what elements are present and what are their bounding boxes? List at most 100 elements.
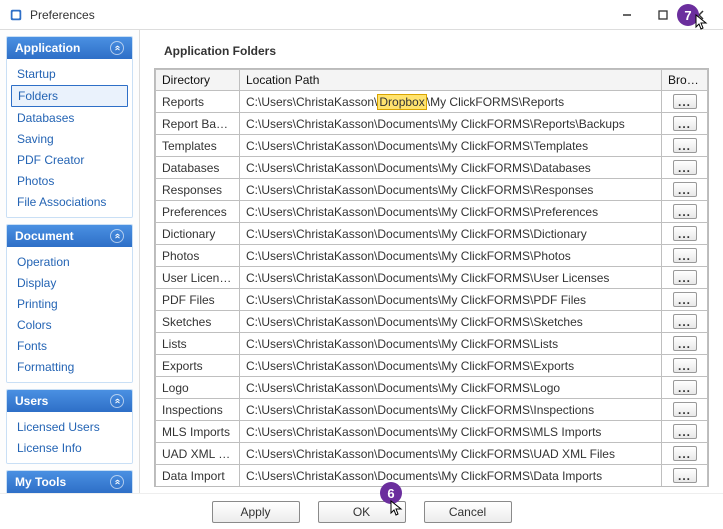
table-row: DatabasesC:\Users\ChristaKasson\Document… [156,157,708,179]
chevron-up-icon: « [110,394,124,408]
apply-button[interactable]: Apply [212,501,300,523]
cell-browse: ... [662,245,708,267]
cell-directory: Databases [156,157,240,179]
table-row: SketchesC:\Users\ChristaKasson\Documents… [156,311,708,333]
sidebar-item[interactable]: Display [11,273,128,293]
section-body: Licensed UsersLicense Info [7,412,132,463]
section-header[interactable]: Users« [7,390,132,412]
sidebar-item[interactable]: Saving [11,129,128,149]
cancel-button[interactable]: Cancel [424,501,512,523]
col-location-path[interactable]: Location Path [240,70,662,91]
table-row: PreferencesC:\Users\ChristaKasson\Docume… [156,201,708,223]
cell-path[interactable]: C:\Users\ChristaKasson\Documents\My Clic… [240,377,662,399]
sidebar-item[interactable]: Colors [11,315,128,335]
sidebar-item[interactable]: Fonts [11,336,128,356]
pane-title: Application Folders [154,40,709,68]
table-row: ResponsesC:\Users\ChristaKasson\Document… [156,179,708,201]
cell-path[interactable]: C:\Users\ChristaKasson\Documents\My Clic… [240,399,662,421]
table-row: InspectionsC:\Users\ChristaKasson\Docume… [156,399,708,421]
cell-path[interactable]: C:\Users\ChristaKasson\Dropbox\My ClickF… [240,91,662,113]
cell-path[interactable]: C:\Users\ChristaKasson\Documents\My Clic… [240,333,662,355]
table-row: PhotosC:\Users\ChristaKasson\Documents\M… [156,245,708,267]
col-directory[interactable]: Directory [156,70,240,91]
cell-directory: Exports [156,355,240,377]
cell-browse: ... [662,91,708,113]
table-row: PDF FilesC:\Users\ChristaKasson\Document… [156,289,708,311]
table-row: DictionaryC:\Users\ChristaKasson\Documen… [156,223,708,245]
titlebar: Preferences 7 [0,0,723,30]
cell-path[interactable]: C:\Users\ChristaKasson\Documents\My Clic… [240,201,662,223]
sidebar-item[interactable]: File Associations [11,192,128,212]
chevron-up-icon: « [110,229,124,243]
highlighted-path-segment: Dropbox [377,94,426,110]
dialog-footer: 6 Apply OK Cancel [0,493,723,529]
cell-browse: ... [662,157,708,179]
sidebar-item[interactable]: Licensed Users [11,417,128,437]
sidebar-item[interactable]: Startup [11,64,128,84]
browse-button[interactable]: ... [673,270,697,285]
cell-browse: ... [662,355,708,377]
cell-directory: Report Backups [156,113,240,135]
browse-button[interactable]: ... [673,116,697,131]
browse-button[interactable]: ... [673,182,697,197]
cell-directory: Templates [156,135,240,157]
cell-path[interactable]: C:\Users\ChristaKasson\Documents\My Clic… [240,311,662,333]
browse-button[interactable]: ... [673,336,697,351]
table-row: Data ImportC:\Users\ChristaKasson\Docume… [156,465,708,487]
browse-button[interactable]: ... [673,204,697,219]
sidebar-item[interactable]: License Info [11,438,128,458]
sidebar-section: Users«Licensed UsersLicense Info [6,389,133,464]
section-header[interactable]: Document« [7,225,132,247]
cell-directory: MLS Imports [156,421,240,443]
browse-button[interactable]: ... [673,424,697,439]
browse-button[interactable]: ... [673,292,697,307]
browse-button[interactable]: ... [673,94,697,109]
browse-button[interactable]: ... [673,226,697,241]
section-header[interactable]: My Tools« [7,471,132,493]
sidebar-item[interactable]: Printing [11,294,128,314]
cell-path[interactable]: C:\Users\ChristaKasson\Documents\My Clic… [240,135,662,157]
cell-directory: Logo [156,377,240,399]
cell-path[interactable]: C:\Users\ChristaKasson\Documents\My Clic… [240,267,662,289]
cell-directory: User Licenses [156,267,240,289]
cell-path[interactable]: C:\Users\ChristaKasson\Documents\My Clic… [240,443,662,465]
browse-button[interactable]: ... [673,314,697,329]
browse-button[interactable]: ... [673,446,697,461]
table-row: ListsC:\Users\ChristaKasson\Documents\My… [156,333,708,355]
sidebar: Application« StartupFoldersDatabasesSavin… [0,30,140,493]
sidebar-item[interactable]: Databases [11,108,128,128]
sidebar-item[interactable]: Operation [11,252,128,272]
sidebar-item[interactable]: Formatting [11,357,128,377]
maximize-button[interactable] [645,1,681,29]
table-row: UAD XML FilesC:\Users\ChristaKasson\Docu… [156,443,708,465]
cell-directory: Photos [156,245,240,267]
cell-path[interactable]: C:\Users\ChristaKasson\Documents\My Clic… [240,179,662,201]
sidebar-item[interactable]: PDF Creator [11,150,128,170]
browse-button[interactable]: ... [673,160,697,175]
cell-browse: ... [662,267,708,289]
browse-button[interactable]: ... [673,402,697,417]
cursor-icon [390,500,404,518]
cursor-icon [695,14,709,32]
cell-path[interactable]: C:\Users\ChristaKasson\Documents\My Clic… [240,157,662,179]
cell-path[interactable]: C:\Users\ChristaKasson\Documents\My Clic… [240,245,662,267]
cell-path[interactable]: C:\Users\ChristaKasson\Documents\My Clic… [240,355,662,377]
browse-button[interactable]: ... [673,138,697,153]
col-browse[interactable]: Browse [662,70,708,91]
cell-browse: ... [662,443,708,465]
cell-path[interactable]: C:\Users\ChristaKasson\Documents\My Clic… [240,289,662,311]
table-row: User LicensesC:\Users\ChristaKasson\Docu… [156,267,708,289]
minimize-button[interactable] [609,1,645,29]
cell-path[interactable]: C:\Users\ChristaKasson\Documents\My Clic… [240,465,662,487]
section-header[interactable]: Application« [7,37,132,59]
browse-button[interactable]: ... [673,358,697,373]
browse-button[interactable]: ... [673,248,697,263]
browse-button[interactable]: ... [673,380,697,395]
sidebar-item[interactable]: Photos [11,171,128,191]
cell-path[interactable]: C:\Users\ChristaKasson\Documents\My Clic… [240,113,662,135]
sidebar-item[interactable]: Folders [11,85,128,107]
sidebar-section: My Tools«Plug-Ins [6,470,133,493]
browse-button[interactable]: ... [673,468,697,483]
cell-path[interactable]: C:\Users\ChristaKasson\Documents\My Clic… [240,223,662,245]
cell-path[interactable]: C:\Users\ChristaKasson\Documents\My Clic… [240,421,662,443]
